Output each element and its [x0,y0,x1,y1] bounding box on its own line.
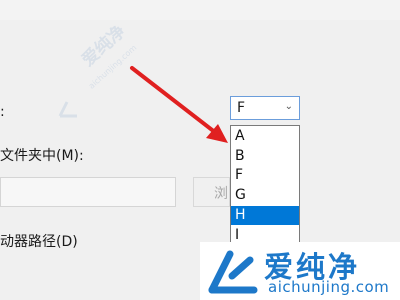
mount-folder-path-input[interactable] [0,177,176,207]
browse-button[interactable]: 浏 [193,177,230,207]
drive-option-b[interactable]: B [231,147,299,166]
drive-option-f[interactable]: F [231,166,299,185]
drive-letter-label: : [0,104,5,120]
watermark-faded: 爱纯净 aichunjing.com [55,22,145,130]
watermark-logo-icon [208,250,258,294]
drive-option-h[interactable]: H [231,206,299,225]
drive-letter-select-value: F [237,100,246,116]
watermark-domain-text: aichunjing.com [268,278,390,296]
drive-option-a[interactable]: A [231,127,299,146]
drive-option-g[interactable]: G [231,186,299,205]
mount-folder-label[interactable]: 文件夹中(M): [0,145,84,165]
drive-path-option-label[interactable]: 动器路径(D) [0,231,78,251]
window-top-strip [0,0,400,21]
watermark-brand-block: 爱纯净 aichunjing.com [200,242,400,300]
browse-button-label: 浏 [214,186,228,202]
chevron-down-icon: ⌄ [284,101,293,112]
watermark-faded-logo-icon [58,101,77,118]
drive-letter-select[interactable]: F ⌄ [230,96,300,120]
